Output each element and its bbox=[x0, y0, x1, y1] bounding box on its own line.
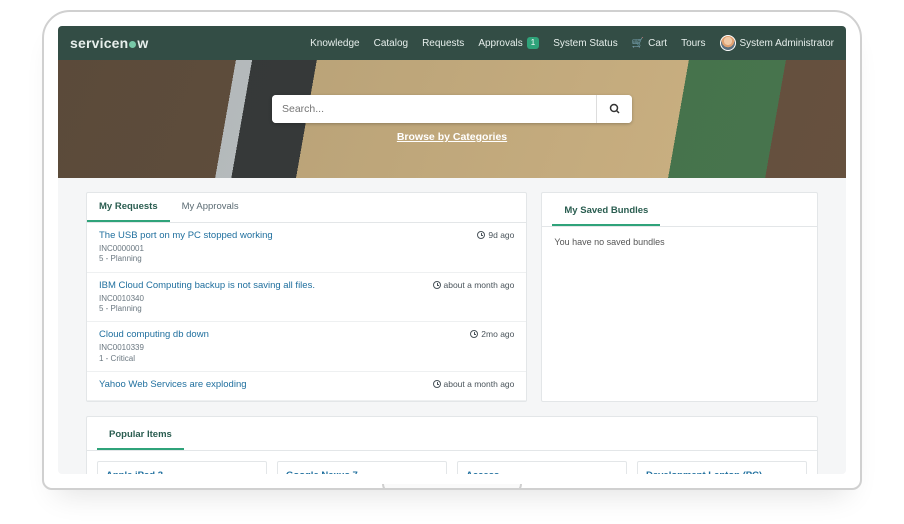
request-state: 5 - Planning bbox=[99, 254, 469, 264]
request-time: 2mo ago bbox=[470, 329, 514, 364]
brand-text-suffix: w bbox=[137, 35, 148, 51]
popular-header: Popular Items bbox=[87, 417, 817, 451]
item-name-link[interactable]: Apple iPad 3 bbox=[106, 470, 258, 474]
clock-icon bbox=[470, 330, 478, 338]
nav-user[interactable]: System Administrator bbox=[720, 35, 834, 51]
item-name-link[interactable]: Development Laptop (PC) bbox=[646, 470, 798, 474]
nav-cart-label: Cart bbox=[648, 38, 667, 49]
popular-item-card[interactable]: Development Laptop (PC) Dell XPS 13 bbox=[637, 461, 807, 474]
request-id: INC0010340 bbox=[99, 294, 425, 304]
tab-my-requests[interactable]: My Requests bbox=[87, 193, 170, 222]
request-main: The USB port on my PC stopped working IN… bbox=[99, 230, 469, 265]
request-time: about a month ago bbox=[433, 379, 515, 393]
my-requests-panel: My Requests My Approvals The USB port on… bbox=[86, 192, 527, 402]
app-screen: servicen w Knowledge Catalog Requests App… bbox=[58, 26, 846, 474]
requests-tabs: My Requests My Approvals bbox=[87, 193, 526, 223]
brand-logo[interactable]: servicen w bbox=[70, 35, 149, 51]
bundles-header: My Saved Bundles bbox=[542, 193, 817, 227]
request-main: IBM Cloud Computing backup is not saving… bbox=[99, 280, 425, 315]
request-time: 9d ago bbox=[477, 230, 514, 265]
bundles-title: My Saved Bundles bbox=[552, 197, 660, 226]
device-frame: servicen w Knowledge Catalog Requests App… bbox=[42, 10, 862, 490]
tab-my-approvals[interactable]: My Approvals bbox=[170, 193, 251, 222]
clock-icon bbox=[477, 231, 485, 239]
nav-system-status[interactable]: System Status bbox=[553, 38, 617, 49]
request-title-link[interactable]: The USB port on my PC stopped working bbox=[99, 230, 469, 242]
nav-approvals-label: Approvals bbox=[478, 38, 522, 49]
popular-items-list: Apple iPad 3 Apple iPad 3 Google Nexus 7… bbox=[87, 451, 817, 474]
request-main: Yahoo Web Services are exploding bbox=[99, 379, 425, 393]
device-base bbox=[382, 484, 522, 490]
request-state: 5 - Planning bbox=[99, 304, 425, 314]
request-title-link[interactable]: Yahoo Web Services are exploding bbox=[99, 379, 425, 391]
popular-items-panel: Popular Items Apple iPad 3 Apple iPad 3 … bbox=[86, 416, 818, 474]
nav-cart[interactable]: 🛒 Cart bbox=[632, 38, 667, 49]
nav-requests[interactable]: Requests bbox=[422, 38, 464, 49]
request-id: INC0000001 bbox=[99, 244, 469, 254]
approvals-count-badge: 1 bbox=[527, 37, 539, 49]
request-title-link[interactable]: Cloud computing db down bbox=[99, 329, 462, 341]
nav-tours[interactable]: Tours bbox=[681, 38, 705, 49]
browse-categories-link[interactable]: Browse by Categories bbox=[397, 131, 507, 143]
request-row[interactable]: The USB port on my PC stopped working IN… bbox=[87, 223, 526, 273]
top-panels-row: My Requests My Approvals The USB port on… bbox=[86, 192, 818, 402]
nav-catalog[interactable]: Catalog bbox=[374, 38, 408, 49]
clock-icon bbox=[433, 281, 441, 289]
request-row[interactable]: Cloud computing db down INC0010339 1 - C… bbox=[87, 322, 526, 372]
nav-items: Knowledge Catalog Requests Approvals 1 S… bbox=[310, 35, 834, 51]
brand-text-prefix: servicen bbox=[70, 35, 128, 51]
request-id: INC0010339 bbox=[99, 343, 462, 353]
request-row[interactable]: Yahoo Web Services are exploding about a… bbox=[87, 372, 526, 401]
item-name-link[interactable]: Google Nexus 7 bbox=[286, 470, 438, 474]
popular-item-card[interactable]: Apple iPad 3 Apple iPad 3 bbox=[97, 461, 267, 474]
search-icon bbox=[609, 103, 621, 115]
popular-title: Popular Items bbox=[97, 421, 184, 450]
cart-icon: 🛒 bbox=[632, 38, 644, 49]
popular-item-card[interactable]: Access Microsoft Access bbox=[457, 461, 627, 474]
search-button[interactable] bbox=[596, 95, 632, 123]
request-state: 1 - Critical bbox=[99, 354, 462, 364]
user-name-label: System Administrator bbox=[740, 38, 834, 49]
clock-icon bbox=[433, 380, 441, 388]
request-main: Cloud computing db down INC0010339 1 - C… bbox=[99, 329, 462, 364]
request-title-link[interactable]: IBM Cloud Computing backup is not saving… bbox=[99, 280, 425, 292]
brand-dot-icon bbox=[129, 41, 136, 48]
nav-approvals[interactable]: Approvals 1 bbox=[478, 37, 539, 49]
request-time: about a month ago bbox=[433, 280, 515, 315]
nav-knowledge[interactable]: Knowledge bbox=[310, 38, 359, 49]
search-bar bbox=[272, 95, 632, 123]
top-nav: servicen w Knowledge Catalog Requests App… bbox=[58, 26, 846, 60]
search-input[interactable] bbox=[272, 95, 596, 123]
request-row[interactable]: IBM Cloud Computing backup is not saving… bbox=[87, 273, 526, 323]
item-name-link[interactable]: Access bbox=[466, 470, 618, 474]
hero-banner: Browse by Categories bbox=[58, 60, 846, 178]
saved-bundles-panel: My Saved Bundles You have no saved bundl… bbox=[541, 192, 818, 402]
main-content: My Requests My Approvals The USB port on… bbox=[58, 178, 846, 474]
bundles-empty-text: You have no saved bundles bbox=[542, 227, 817, 257]
popular-item-card[interactable]: Google Nexus 7 Google Nexus 7 bbox=[277, 461, 447, 474]
user-avatar-icon bbox=[720, 35, 736, 51]
